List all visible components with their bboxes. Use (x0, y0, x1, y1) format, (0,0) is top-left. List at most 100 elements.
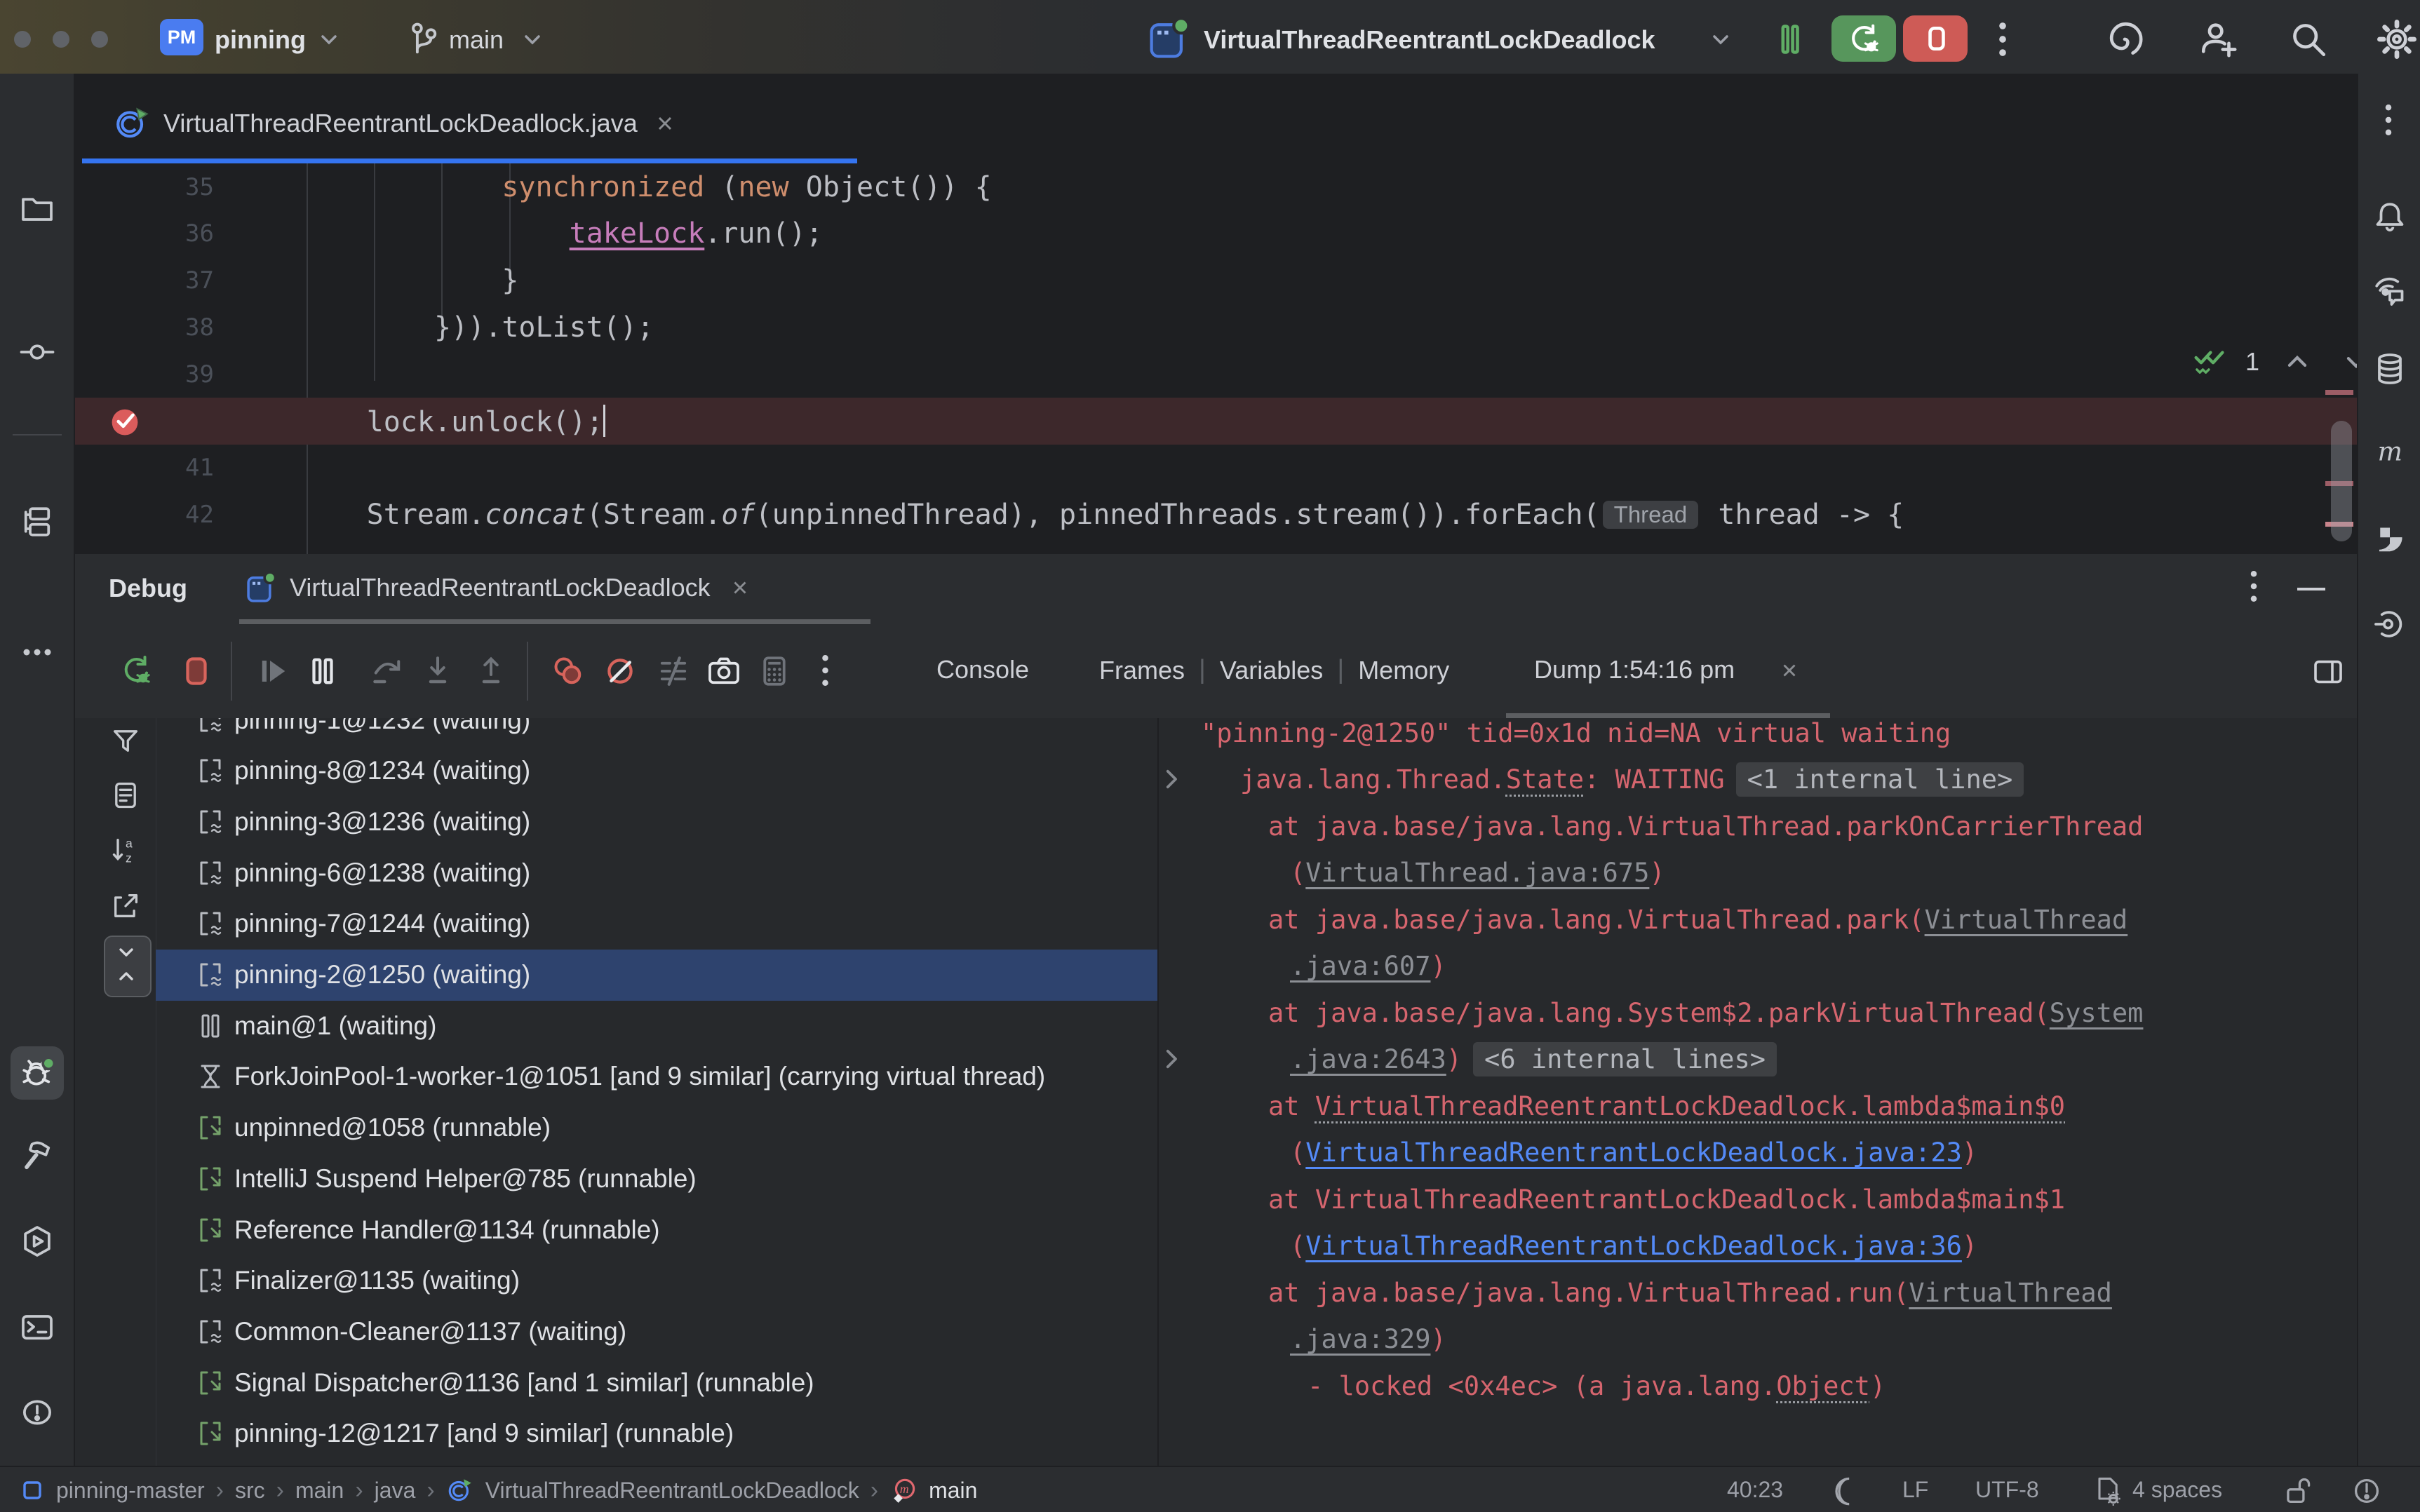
build-tool-icon[interactable] (20, 1138, 55, 1173)
source-link[interactable]: .java:2643 (1290, 1044, 1446, 1074)
code-line[interactable]: lock.unlock(); (75, 398, 2357, 445)
run-config-name[interactable]: VirtualThreadReentrantLockDeadlock (1204, 25, 1655, 55)
search-icon[interactable] (2288, 19, 2329, 60)
line-number[interactable]: 36 (75, 220, 214, 248)
editor-tab[interactable]: VirtualThreadReentrantLockDeadlock.java (81, 88, 789, 158)
line-number[interactable]: 42 (75, 501, 214, 529)
database-icon[interactable] (2372, 351, 2407, 386)
open-in-new-window-icon[interactable] (110, 891, 141, 922)
code-line[interactable]: 41 (75, 445, 2357, 492)
breadcrumb-item[interactable]: pinning-master (56, 1478, 205, 1504)
code-line[interactable]: 42 Stream.concat(Stream.of(unpinnedThrea… (75, 492, 2357, 539)
tab-console[interactable]: Console (936, 655, 1029, 684)
thread-row[interactable]: Signal Dispatcher@1136 [and 1 similar] (… (156, 1357, 1157, 1408)
thread-row[interactable]: Reference Handler@1134 (runnable) (156, 1204, 1157, 1255)
prev-problem-icon[interactable] (2282, 351, 2313, 373)
debug-session-tab[interactable]: VirtualThreadReentrantLockDeadlock (243, 554, 751, 621)
rerun-icon[interactable] (119, 654, 154, 689)
thread-row[interactable]: pinning-1@1232 (waiting) (156, 718, 1157, 745)
source-link[interactable]: System (2050, 998, 2144, 1028)
stack-trace-line[interactable]: at VirtualThreadReentrantLockDeadlock.la… (1268, 1176, 2065, 1222)
evaluate-expression-icon[interactable] (757, 654, 792, 689)
line-number[interactable]: 38 (75, 313, 214, 342)
line-number[interactable]: 35 (75, 173, 214, 201)
stack-trace-line[interactable]: at java.base/java.lang.VirtualThread.par… (1268, 896, 2127, 943)
thread-row[interactable]: pinning-8@1234 (waiting) (156, 745, 1157, 797)
thread-row[interactable]: Finalizer@1135 (waiting) (156, 1255, 1157, 1307)
thread-dump-camera-icon[interactable] (706, 654, 741, 689)
sort-alpha-icon[interactable]: az (110, 835, 141, 865)
source-link[interactable]: VirtualThreadReentrantLockDeadlock.java:… (1305, 1138, 1962, 1168)
thread-row[interactable]: main@1 (waiting) (156, 1000, 1157, 1051)
tab-frames[interactable]: Frames (1099, 656, 1185, 685)
services-tool-icon[interactable] (20, 1224, 55, 1259)
stack-trace-line[interactable]: - locked <0x4ec> (a java.lang.Object) (1308, 1363, 1885, 1409)
layout-settings-icon[interactable] (2311, 655, 2345, 689)
inspections-widget[interactable]: 1 (2193, 340, 2357, 384)
thread-row[interactable]: pinning-3@1236 (waiting) (156, 796, 1157, 847)
internal-lines-badge[interactable]: <6 internal lines> (1473, 1042, 1777, 1076)
code-line[interactable]: 35 synchronized (new Object()) { (75, 163, 2357, 210)
moon-icon[interactable] (1832, 1476, 1863, 1506)
stack-trace-line[interactable]: (VirtualThreadReentrantLockDeadlock.java… (1290, 1223, 1977, 1269)
stop-session-icon[interactable] (179, 654, 214, 689)
stack-text[interactable]: Object (1776, 1371, 1870, 1401)
code-line[interactable]: 37 } (75, 257, 2357, 304)
code-line[interactable]: 36 takeLock.run(); (75, 210, 2357, 257)
line-number[interactable]: 39 (75, 360, 214, 389)
stack-trace-line[interactable]: at java.base/java.lang.System$2.parkVirt… (1268, 990, 2143, 1036)
maven-icon[interactable]: m (2372, 434, 2407, 469)
stack-text[interactable]: VirtualThreadReentrantLockDeadlock.lambd… (1315, 1091, 2065, 1121)
source-link[interactable]: VirtualThread.java:675 (1305, 858, 1649, 888)
branch-name[interactable]: main (449, 25, 504, 55)
source-link[interactable]: VirtualThread (1909, 1278, 2112, 1308)
line-number[interactable]: 41 (75, 454, 214, 482)
fold-chevron-icon[interactable] (1163, 765, 1181, 793)
debug-panel-title[interactable]: Debug (109, 574, 187, 603)
terminal-tool-icon[interactable] (20, 1309, 55, 1344)
close-icon[interactable] (729, 576, 751, 599)
stack-trace-line[interactable]: at VirtualThreadReentrantLockDeadlock.la… (1268, 1083, 2065, 1129)
breadcrumb-item[interactable]: main (929, 1478, 977, 1504)
breadcrumb-item[interactable]: java (375, 1478, 416, 1504)
step-into-icon[interactable] (420, 654, 455, 689)
line-number[interactable]: 37 (75, 266, 214, 295)
error-indicator-icon[interactable] (2351, 1476, 2382, 1506)
thread-row[interactable]: pinning-6@1238 (waiting) (156, 847, 1157, 898)
next-problem-icon[interactable] (2341, 351, 2357, 373)
stack-trace-line[interactable]: .java:329) (1290, 1316, 1446, 1363)
window-close-button[interactable] (14, 31, 31, 48)
collapse-all-button[interactable] (104, 936, 152, 997)
source-link[interactable]: .java:329 (1290, 1324, 1430, 1354)
close-dump-icon[interactable] (1778, 659, 1801, 682)
project-tool-icon[interactable] (20, 191, 55, 227)
problems-tool-icon[interactable] (20, 1395, 55, 1430)
more-tool-windows-icon[interactable] (20, 635, 55, 670)
tab-memory[interactable]: Memory (1358, 656, 1449, 685)
stack-trace-line[interactable]: at java.base/java.lang.VirtualThread.par… (1268, 803, 2143, 849)
thread-row[interactable]: ForkJoinPool-1-worker-1@1051 [and 9 simi… (156, 1051, 1157, 1102)
thread-row[interactable]: pinning-2@1250 (waiting) (156, 950, 1157, 1001)
line-separator[interactable]: LF (1902, 1477, 1928, 1503)
tab-variables[interactable]: Variables (1220, 656, 1323, 685)
editor-scrollbar-thumb[interactable] (2331, 421, 2352, 541)
stack-trace-line[interactable]: "pinning-2@1250" tid=0x1d nid=NA virtual… (1201, 718, 1951, 756)
stack-trace-line[interactable]: .java:607) (1290, 943, 1446, 990)
dependencies-icon[interactable] (2372, 522, 2407, 558)
toolbar-more-icon[interactable] (820, 652, 831, 689)
mute-breakpoints-icon[interactable] (603, 654, 638, 689)
unlock-icon[interactable] (2281, 1476, 2312, 1506)
hide-panel-icon[interactable] (2297, 588, 2325, 590)
source-link[interactable]: .java:607 (1290, 951, 1430, 981)
commit-tool-icon[interactable] (20, 335, 55, 370)
breadcrumb-item[interactable]: src (235, 1478, 265, 1504)
rerun-debug-button[interactable] (1831, 15, 1896, 62)
code-line[interactable]: 38 })).toList(); (75, 304, 2357, 351)
pause-program-icon[interactable] (1773, 23, 1806, 55)
source-link[interactable]: VirtualThreadReentrantLockDeadlock.java:… (1305, 1231, 1962, 1261)
copy-dump-icon[interactable] (110, 780, 141, 811)
code-line[interactable]: 39 (75, 351, 2357, 398)
resume-icon[interactable] (256, 654, 291, 689)
stack-text[interactable]: State (1506, 764, 1584, 795)
thread-row[interactable]: IntelliJ Suspend Helper@785 (runnable) (156, 1153, 1157, 1204)
